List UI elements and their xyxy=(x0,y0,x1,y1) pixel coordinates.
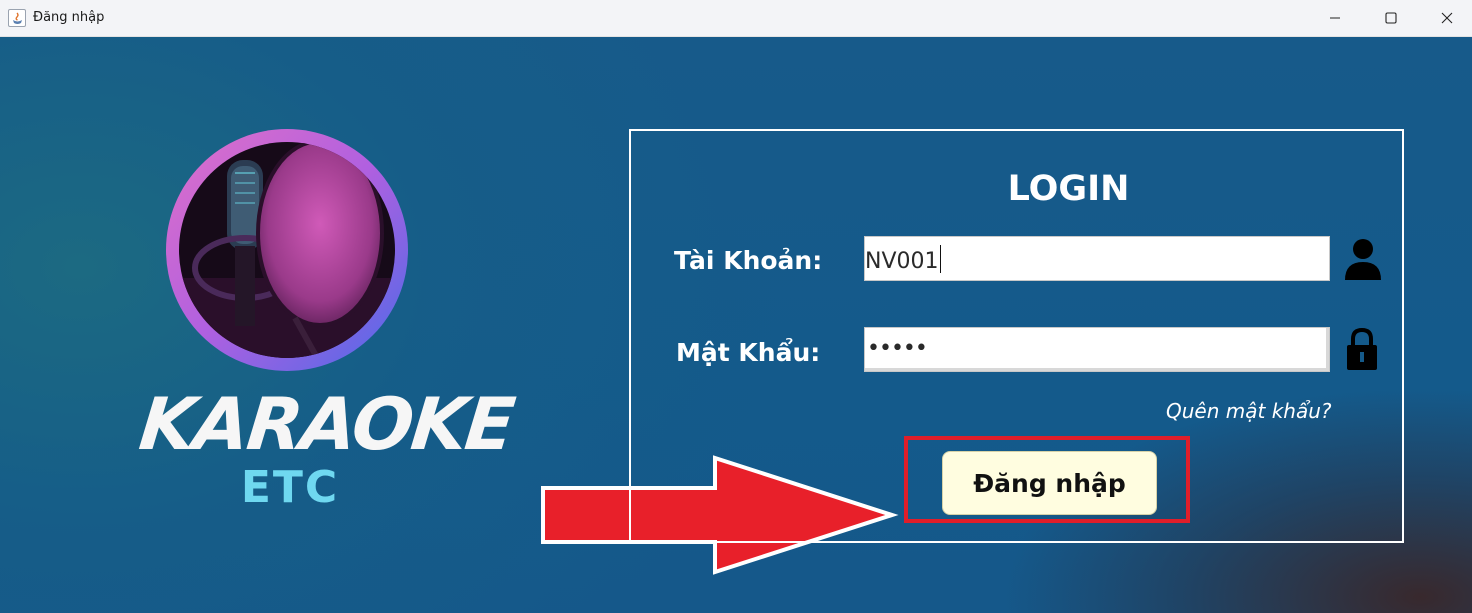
login-title: LOGIN xyxy=(1007,169,1130,209)
user-icon xyxy=(1345,239,1381,280)
forgot-password-link[interactable]: Quên mật khẩu? xyxy=(1166,399,1332,423)
brand-name: KARAOKE xyxy=(135,382,518,466)
text-caret xyxy=(939,245,941,273)
minimize-icon xyxy=(1330,17,1340,19)
username-value: NV001 xyxy=(865,249,939,274)
minimize-button[interactable] xyxy=(1312,0,1358,37)
login-button[interactable]: Đăng nhập xyxy=(942,451,1157,515)
maximize-icon xyxy=(1385,12,1397,24)
password-label: Mật Khẩu: xyxy=(676,338,821,367)
java-app-icon xyxy=(8,9,26,27)
window-titlebar: Đăng nhập xyxy=(0,0,1472,37)
login-window-body: KARAOKE ETC LOGIN Tài Khoản: NV001 Mật K… xyxy=(0,37,1472,613)
brand-subtitle: ETC xyxy=(240,462,340,513)
login-panel: LOGIN Tài Khoản: NV001 Mật Khẩu: ••••• Q… xyxy=(629,129,1404,543)
username-label: Tài Khoản: xyxy=(674,246,823,275)
close-icon xyxy=(1441,12,1453,24)
username-field[interactable]: NV001 xyxy=(864,236,1330,281)
window-title: Đăng nhập xyxy=(33,10,105,25)
close-button[interactable] xyxy=(1424,0,1470,37)
password-field[interactable]: ••••• xyxy=(864,327,1330,372)
maximize-button[interactable] xyxy=(1368,0,1414,37)
lock-icon xyxy=(1347,327,1377,370)
karaoke-logo-image xyxy=(166,129,408,371)
password-masked-value: ••••• xyxy=(867,336,928,361)
